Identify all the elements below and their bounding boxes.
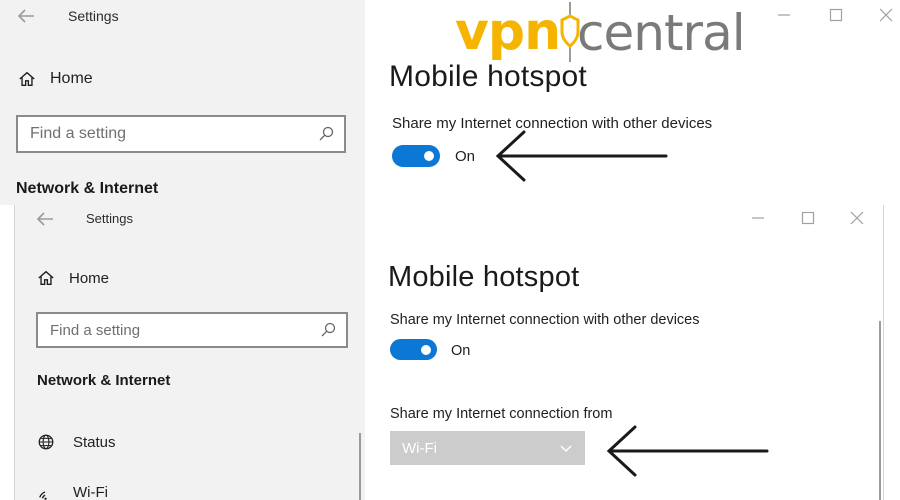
home-label: Home (50, 70, 93, 87)
vpncentral-logo: vpn central (455, 0, 765, 62)
share-from-value: Wi-Fi (402, 439, 437, 457)
pointer-arrow-icon (495, 130, 668, 182)
home-label: Home (69, 269, 110, 287)
window-title: Settings (68, 8, 119, 24)
window-title: Settings (86, 211, 133, 226)
sidebar: Settings Home Find a setting Network & I… (0, 0, 365, 205)
pointer-arrow-icon (606, 425, 769, 477)
logo-text-vpn: vpn (455, 2, 561, 62)
chevron-down-icon (560, 445, 572, 453)
content-pane: Mobile hotspot Share my Internet connect… (365, 205, 883, 500)
wifi-icon (39, 491, 47, 500)
search-placeholder: Find a setting (50, 321, 141, 339)
toggle-knob (421, 344, 431, 355)
back-arrow-icon[interactable] (33, 207, 57, 231)
wifi-label: Wi-Fi (73, 483, 108, 500)
search-input[interactable]: Find a setting (16, 115, 346, 153)
search-icon (321, 322, 336, 337)
sidebar-item-wifi[interactable]: Wi-Fi (37, 483, 108, 500)
search-placeholder: Find a setting (30, 125, 127, 142)
sidebar-item-status[interactable]: Status (37, 433, 116, 451)
toggle-knob (424, 151, 434, 161)
logo-text-central: central (577, 4, 746, 62)
minimize-icon[interactable] (775, 6, 793, 24)
minimize-icon[interactable] (749, 209, 767, 227)
toggle-state-label: On (451, 343, 471, 359)
maximize-icon[interactable] (827, 6, 845, 24)
toggle-state-label: On (455, 148, 476, 165)
status-label: Status (73, 433, 116, 451)
share-from-label: Share my Internet connection from (390, 406, 613, 422)
globe-icon (38, 434, 54, 450)
section-heading: Network & Internet (16, 180, 159, 197)
close-icon[interactable] (848, 209, 866, 227)
sidebar-item-home[interactable]: Home (18, 70, 93, 88)
section-heading: Network & Internet (37, 372, 171, 389)
bottom-settings-window: Settings Home Find a setting Network & I… (14, 205, 884, 500)
content-scrollbar[interactable] (879, 321, 881, 500)
home-icon (38, 270, 54, 285)
share-connection-label: Share my Internet connection with other … (390, 312, 700, 328)
hotspot-toggle[interactable] (392, 145, 440, 167)
back-arrow-icon[interactable] (14, 4, 38, 28)
sidebar-scrollbar[interactable] (359, 433, 361, 500)
top-settings-window: Settings Home Find a setting Network & I… (0, 0, 900, 205)
search-icon (319, 126, 334, 141)
home-icon (19, 71, 35, 86)
page-title: Mobile hotspot (388, 261, 580, 293)
maximize-icon[interactable] (799, 209, 817, 227)
close-icon[interactable] (877, 6, 895, 24)
search-input[interactable]: Find a setting (36, 312, 348, 348)
page-title: Mobile hotspot (389, 60, 587, 93)
hotspot-toggle[interactable] (390, 339, 437, 360)
sidebar-item-home[interactable]: Home (37, 269, 109, 287)
sidebar: Settings Home Find a setting Network & I… (15, 205, 365, 500)
share-from-dropdown[interactable]: Wi-Fi (390, 431, 585, 465)
